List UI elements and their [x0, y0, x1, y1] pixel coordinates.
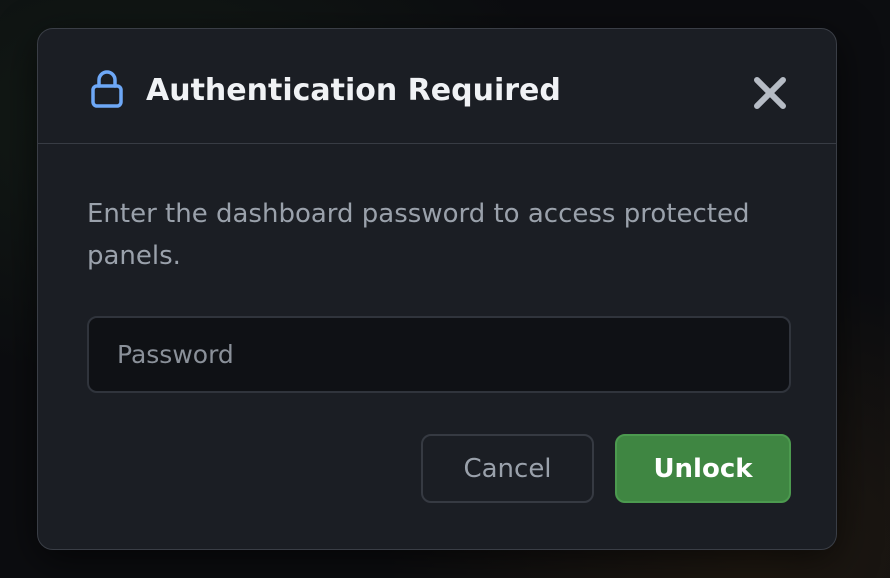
unlock-button[interactable]: Unlock: [615, 434, 791, 503]
dialog-description: Enter the dashboard password to access p…: [87, 199, 750, 271]
dialog-header: Authentication Required: [38, 29, 836, 144]
authentication-dialog: Authentication Required Enter the dashbo…: [37, 28, 837, 550]
lock-icon: [90, 69, 124, 109]
close-icon[interactable]: [750, 73, 790, 113]
close-button[interactable]: [750, 73, 790, 113]
cancel-button[interactable]: Cancel: [421, 434, 594, 503]
password-input[interactable]: [87, 316, 791, 393]
dialog-title: Authentication Required: [146, 73, 561, 108]
